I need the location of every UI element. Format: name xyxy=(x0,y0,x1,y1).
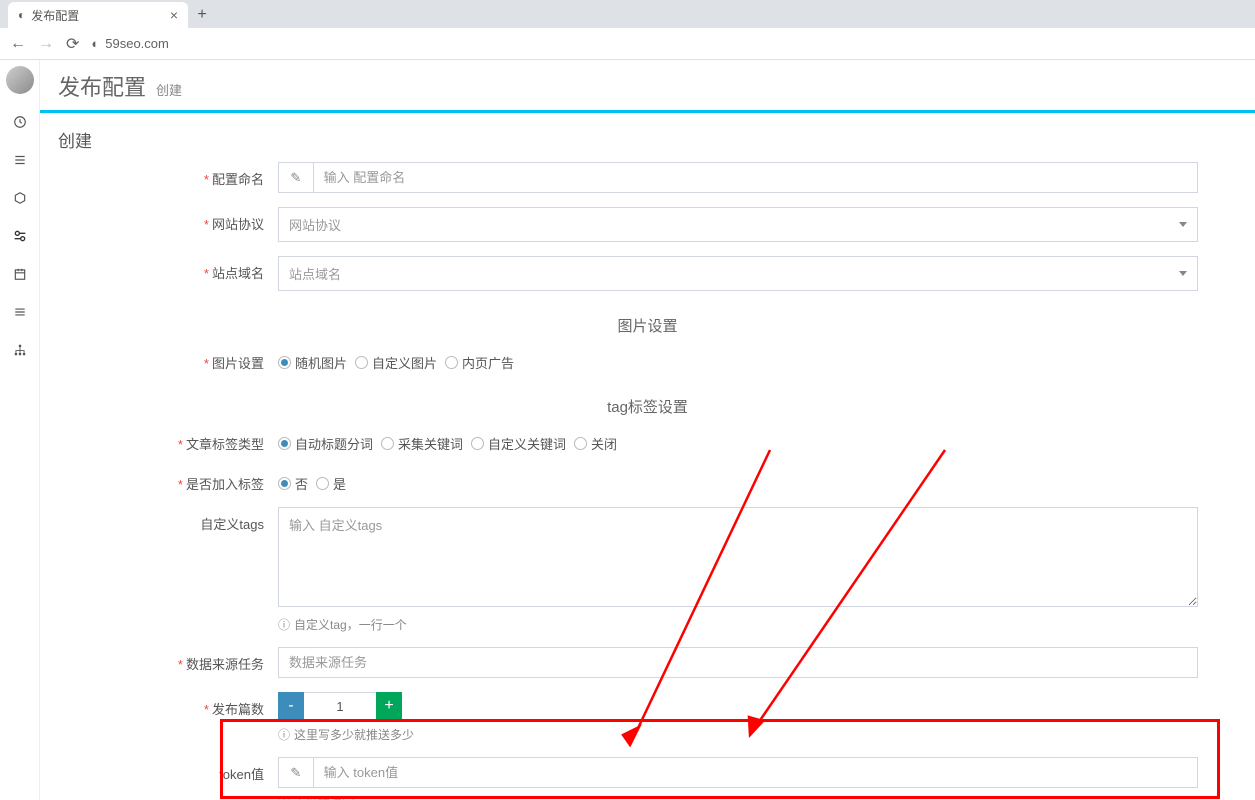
article-tag-type-radios: 自动标题分词采集关键词自定义关键词关闭 xyxy=(278,427,1198,453)
radio-dot-icon xyxy=(278,356,291,369)
close-icon[interactable]: × xyxy=(170,7,178,23)
radio-article_tag_type-自动标题分词[interactable]: 自动标题分词 xyxy=(278,434,373,453)
forward-icon[interactable]: → xyxy=(38,35,54,53)
radio-article_tag_type-关闭[interactable]: 关闭 xyxy=(574,434,617,453)
radio-dot-icon xyxy=(278,437,291,450)
radio-dot-icon xyxy=(445,356,458,369)
radio-image_setting-内页广告[interactable]: 内页广告 xyxy=(445,353,514,372)
tab-title: 发布配置 xyxy=(31,7,164,24)
radio-dot-icon xyxy=(381,437,394,450)
radio-image_setting-随机图片[interactable]: 随机图片 xyxy=(278,353,347,372)
label-image-setting: *图片设置 xyxy=(58,346,278,372)
info-icon: ⓘ xyxy=(278,616,290,633)
label-add-tag: *是否加入标签 xyxy=(58,467,278,493)
globe-icon: ◐ xyxy=(18,8,25,22)
calendar-icon[interactable] xyxy=(0,264,40,284)
label-custom-tags: 自定义tags xyxy=(58,507,278,533)
globe-icon: ◐ xyxy=(91,36,99,51)
reload-icon[interactable]: ⟳ xyxy=(66,34,79,54)
sidebar xyxy=(0,60,40,800)
radio-article_tag_type-采集关键词[interactable]: 采集关键词 xyxy=(381,434,463,453)
info-icon: ⓘ xyxy=(278,794,290,800)
radio-add_tag-是[interactable]: 是 xyxy=(316,474,346,493)
page-title: 发布配置 xyxy=(58,70,146,102)
label-article-tag-type: *文章标签类型 xyxy=(58,427,278,453)
radio-dot-icon xyxy=(355,356,368,369)
radio-image_setting-自定义图片[interactable]: 自定义图片 xyxy=(355,353,437,372)
site-domain-select[interactable]: 站点域名 xyxy=(278,256,1198,291)
url-text: 59seo.com xyxy=(105,36,169,51)
publish-count-hint: ⓘ这里写多少就推送多少 xyxy=(278,726,1198,743)
label-token: token值 xyxy=(58,757,278,783)
section-title: 创建 xyxy=(40,113,1255,162)
publish-count-input[interactable] xyxy=(304,692,376,720)
chevron-down-icon xyxy=(1179,271,1187,276)
image-section-header: 图片设置 xyxy=(58,305,1237,346)
radio-dot-icon xyxy=(278,477,291,490)
tag-section-header: tag标签设置 xyxy=(58,386,1237,427)
label-config-name: *配置命名 xyxy=(58,162,278,188)
address-bar[interactable]: ◐ 59seo.com xyxy=(91,36,168,51)
radio-dot-icon xyxy=(574,437,587,450)
pencil-icon[interactable]: ✎ xyxy=(278,757,313,788)
info-icon: ⓘ xyxy=(278,726,290,743)
custom-tags-hint: ⓘ自定义tag，一行一个 xyxy=(278,616,1198,633)
new-tab-button[interactable]: + xyxy=(188,2,216,28)
baidu-push-hint: ⓘ百度推送token xyxy=(278,794,1198,800)
radio-dot-icon xyxy=(471,437,484,450)
image-setting-radios: 随机图片自定义图片内页广告 xyxy=(278,346,1198,372)
publish-count-stepper: - + xyxy=(278,692,1198,720)
hexagon-icon[interactable] xyxy=(0,188,40,208)
chevron-down-icon xyxy=(1179,222,1187,227)
browser-toolbar: ← → ⟳ ◐ 59seo.com xyxy=(0,28,1255,60)
label-site-domain: *站点域名 xyxy=(58,256,278,282)
site-protocol-select[interactable]: 网站协议 xyxy=(278,207,1198,242)
decrement-button[interactable]: - xyxy=(278,692,304,720)
browser-tab-strip: ◐ 发布配置 × + xyxy=(0,0,1255,28)
clock-icon[interactable] xyxy=(0,112,40,132)
add-tag-radios: 否是 xyxy=(278,467,1198,493)
increment-button[interactable]: + xyxy=(376,692,402,720)
sitemap-icon[interactable] xyxy=(0,340,40,360)
radio-dot-icon xyxy=(316,477,329,490)
back-icon[interactable]: ← xyxy=(10,35,26,53)
page-header: 发布配置 创建 xyxy=(40,60,1255,113)
label-data-source: *数据来源任务 xyxy=(58,647,278,673)
config-name-input[interactable] xyxy=(313,162,1198,193)
list-icon[interactable] xyxy=(0,302,40,322)
radio-add_tag-否[interactable]: 否 xyxy=(278,474,308,493)
label-publish-count: *发布篇数 xyxy=(58,692,278,718)
data-source-input[interactable] xyxy=(278,647,1198,678)
page-subtitle: 创建 xyxy=(156,80,182,99)
pencil-icon[interactable]: ✎ xyxy=(278,162,313,193)
token-input[interactable] xyxy=(313,757,1198,788)
radio-article_tag_type-自定义关键词[interactable]: 自定义关键词 xyxy=(471,434,566,453)
menu-icon[interactable] xyxy=(0,150,40,170)
form: *配置命名 ✎ *网站协议 网站协议 *站点域名 xyxy=(40,162,1255,800)
settings-icon[interactable] xyxy=(0,226,40,246)
label-site-protocol: *网站协议 xyxy=(58,207,278,233)
custom-tags-textarea[interactable] xyxy=(278,507,1198,607)
browser-tab[interactable]: ◐ 发布配置 × xyxy=(8,2,188,28)
avatar[interactable] xyxy=(6,66,34,94)
